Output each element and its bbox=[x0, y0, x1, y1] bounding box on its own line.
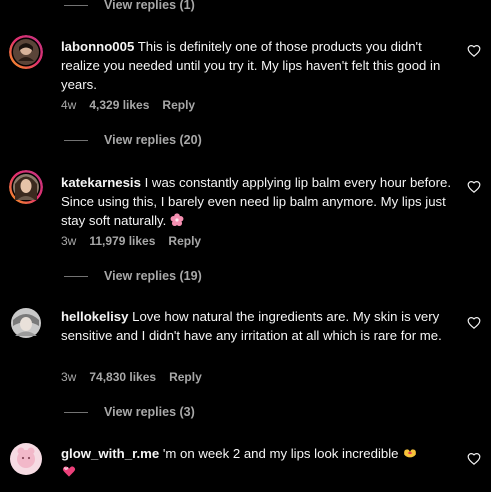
avatar[interactable] bbox=[9, 35, 43, 69]
replies-divider-line bbox=[64, 275, 88, 277]
comment-username[interactable]: labonno005 bbox=[61, 39, 134, 54]
reply-button[interactable]: Reply bbox=[169, 370, 202, 384]
pink-hearts-emoji-icon bbox=[62, 466, 76, 477]
avatar[interactable] bbox=[9, 170, 43, 204]
comment-body: hellokelisy Love how natural the ingredi… bbox=[61, 307, 453, 345]
comment-time: 3w bbox=[61, 234, 77, 248]
cherry-blossom-emoji-icon bbox=[170, 213, 184, 227]
view-replies-top[interactable]: View replies (1) bbox=[64, 0, 195, 12]
reply-button[interactable]: Reply bbox=[168, 234, 201, 248]
view-replies-button[interactable]: View replies (20) bbox=[64, 133, 202, 147]
replies-divider-line bbox=[64, 139, 88, 141]
view-replies-label: View replies (19) bbox=[104, 269, 202, 283]
comment-time: 3w bbox=[61, 370, 77, 384]
comment-body: labonno005 This is definitely one of tho… bbox=[61, 37, 453, 94]
view-replies-label: View replies (1) bbox=[104, 0, 195, 12]
heart-hands-emoji-icon bbox=[404, 449, 417, 458]
avatar[interactable] bbox=[9, 442, 43, 476]
like-heart-icon[interactable] bbox=[467, 180, 481, 194]
comment-username[interactable]: katekarnesis bbox=[61, 175, 141, 190]
comment-body: glow_with_r.me 'm on week 2 and my lips … bbox=[61, 444, 453, 482]
comment-meta: 3w 74,830 likes Reply bbox=[61, 370, 202, 384]
comment-meta: 4w 4,329 likes Reply bbox=[61, 98, 195, 112]
comment-text: 'm on week 2 and my lips look incredible bbox=[162, 446, 399, 461]
view-replies-button[interactable]: View replies (3) bbox=[64, 405, 195, 419]
comment-meta: 3w 11,979 likes Reply bbox=[61, 234, 201, 248]
replies-divider-line bbox=[64, 411, 88, 413]
comment-likes[interactable]: 4,329 likes bbox=[89, 98, 149, 112]
like-heart-icon[interactable] bbox=[467, 452, 481, 466]
comment-body: katekarnesis I was constantly applying l… bbox=[61, 173, 453, 230]
comment-likes[interactable]: 74,830 likes bbox=[89, 370, 156, 384]
comment-username[interactable]: hellokelisy bbox=[61, 309, 128, 324]
comment-time: 4w bbox=[61, 98, 77, 112]
view-replies-label: View replies (3) bbox=[104, 405, 195, 419]
view-replies-button[interactable]: View replies (19) bbox=[64, 269, 202, 283]
avatar[interactable] bbox=[9, 306, 43, 340]
replies-divider-line bbox=[64, 4, 88, 6]
reply-button[interactable]: Reply bbox=[162, 98, 195, 112]
view-replies-label: View replies (20) bbox=[104, 133, 202, 147]
comment-username[interactable]: glow_with_r.me bbox=[61, 446, 159, 461]
comment-likes[interactable]: 11,979 likes bbox=[89, 234, 155, 248]
like-heart-icon[interactable] bbox=[467, 316, 481, 330]
like-heart-icon[interactable] bbox=[467, 44, 481, 58]
